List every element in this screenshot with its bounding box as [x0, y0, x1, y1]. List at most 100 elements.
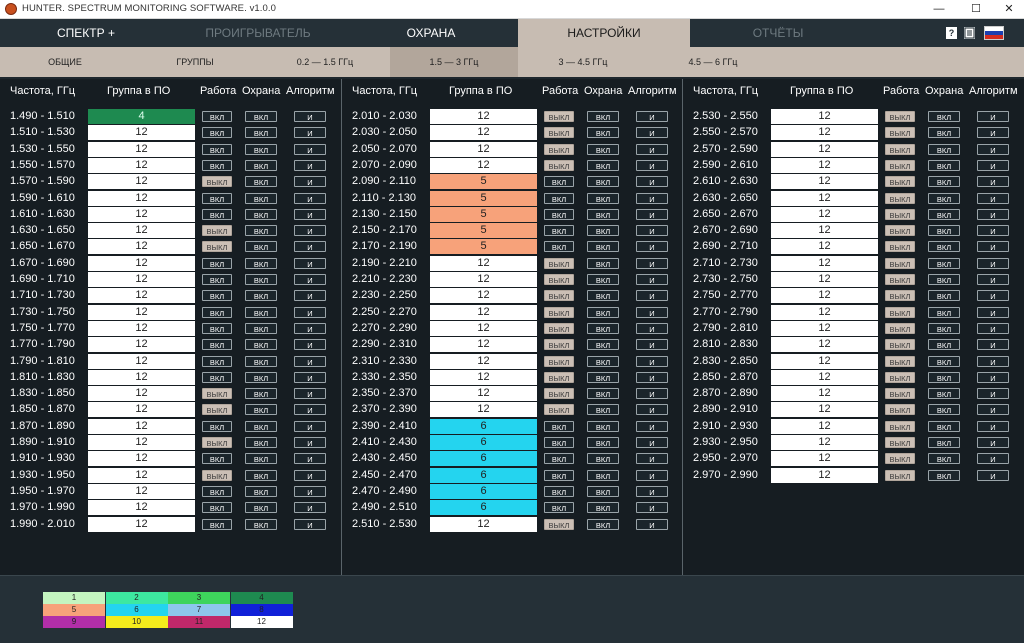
algorithm-button[interactable]: И — [636, 469, 668, 481]
work-toggle-button[interactable]: ВКЛ — [544, 469, 574, 481]
guard-toggle-button[interactable]: ВКЛ — [245, 371, 277, 383]
guard-toggle-button[interactable]: ВКЛ — [587, 404, 619, 416]
group-field[interactable]: 12 — [771, 418, 878, 434]
group-field[interactable]: 12 — [430, 288, 537, 304]
group-field[interactable]: 12 — [430, 369, 537, 385]
group-field[interactable]: 5 — [430, 190, 537, 206]
algorithm-button[interactable]: И — [977, 143, 1009, 155]
algorithm-button[interactable]: И — [294, 241, 326, 253]
algorithm-button[interactable]: И — [636, 208, 668, 220]
guard-toggle-button[interactable]: ВКЛ — [928, 404, 960, 416]
group-field[interactable]: 5 — [430, 239, 537, 255]
guard-toggle-button[interactable]: ВКЛ — [245, 159, 277, 171]
algorithm-button[interactable]: И — [294, 355, 326, 367]
group-field[interactable]: 6 — [430, 467, 537, 483]
group-field[interactable]: 12 — [88, 272, 195, 287]
group-field[interactable]: 12 — [771, 467, 878, 483]
guard-toggle-button[interactable]: ВКЛ — [245, 502, 277, 514]
group-field[interactable]: 12 — [430, 402, 537, 418]
work-toggle-button[interactable]: ВЫКЛ — [544, 355, 574, 367]
work-toggle-button[interactable]: ВЫКЛ — [885, 371, 915, 383]
algorithm-button[interactable]: И — [636, 241, 668, 253]
group-field[interactable]: 12 — [430, 337, 537, 353]
guard-toggle-button[interactable]: ВКЛ — [928, 192, 960, 204]
algorithm-button[interactable]: И — [294, 485, 326, 497]
guard-toggle-button[interactable]: ВКЛ — [928, 453, 960, 465]
guard-toggle-button[interactable]: ВКЛ — [928, 371, 960, 383]
work-toggle-button[interactable]: ВЫКЛ — [885, 339, 915, 351]
group-field[interactable]: 4 — [88, 109, 195, 124]
group-field[interactable]: 12 — [771, 190, 878, 206]
work-toggle-button[interactable]: ВЫКЛ — [544, 127, 574, 139]
algorithm-button[interactable]: И — [294, 111, 326, 122]
algorithm-button[interactable]: И — [294, 127, 326, 139]
algorithm-button[interactable]: И — [977, 306, 1009, 318]
algorithm-button[interactable]: И — [977, 111, 1009, 122]
guard-toggle-button[interactable]: ВКЛ — [245, 469, 277, 481]
group-field[interactable]: 12 — [88, 255, 195, 271]
work-toggle-button[interactable]: ВЫКЛ — [202, 241, 232, 253]
guard-toggle-button[interactable]: ВКЛ — [587, 274, 619, 285]
guard-toggle-button[interactable]: ВКЛ — [928, 469, 960, 481]
guard-toggle-button[interactable]: ВКЛ — [587, 143, 619, 155]
group-field[interactable]: 12 — [771, 386, 878, 402]
russian-flag-icon[interactable] — [984, 26, 1004, 40]
guard-toggle-button[interactable]: ВКЛ — [245, 339, 277, 351]
algorithm-button[interactable]: И — [636, 127, 668, 139]
group-field[interactable]: 12 — [430, 353, 537, 369]
algorithm-button[interactable]: И — [294, 257, 326, 269]
guard-toggle-button[interactable]: ВКЛ — [928, 355, 960, 367]
tab-guard[interactable]: ОХРАНА — [344, 19, 518, 47]
work-toggle-button[interactable]: ВЫКЛ — [885, 306, 915, 318]
algorithm-button[interactable]: И — [636, 111, 668, 122]
group-field[interactable]: 12 — [430, 320, 537, 336]
group-field[interactable]: 12 — [88, 467, 195, 483]
guard-toggle-button[interactable]: ВКЛ — [245, 176, 277, 188]
algorithm-button[interactable]: И — [977, 241, 1009, 253]
algorithm-button[interactable]: И — [636, 257, 668, 269]
work-toggle-button[interactable]: ВЫКЛ — [544, 518, 574, 530]
guard-toggle-button[interactable]: ВКЛ — [587, 322, 619, 334]
subtab-1-5-3[interactable]: 1.5 — 3 ГГц — [390, 47, 518, 77]
guard-toggle-button[interactable]: ВКЛ — [587, 159, 619, 171]
work-toggle-button[interactable]: ВЫКЛ — [885, 469, 915, 481]
work-toggle-button[interactable]: ВКЛ — [544, 192, 574, 204]
algorithm-button[interactable]: И — [977, 339, 1009, 351]
work-toggle-button[interactable]: ВЫКЛ — [544, 339, 574, 351]
group-field[interactable]: 12 — [771, 320, 878, 336]
guard-toggle-button[interactable]: ВКЛ — [587, 208, 619, 220]
group-field[interactable]: 12 — [771, 451, 878, 467]
guard-toggle-button[interactable]: ВКЛ — [928, 111, 960, 122]
group-field[interactable]: 12 — [430, 386, 537, 402]
group-field[interactable]: 12 — [771, 223, 878, 239]
guard-toggle-button[interactable]: ВКЛ — [928, 208, 960, 220]
guard-toggle-button[interactable]: ВКЛ — [245, 225, 277, 237]
work-toggle-button[interactable]: ВКЛ — [202, 143, 232, 155]
guard-toggle-button[interactable]: ВКЛ — [245, 404, 277, 416]
work-toggle-button[interactable]: ВЫКЛ — [885, 176, 915, 188]
algorithm-button[interactable]: И — [977, 355, 1009, 367]
group-field[interactable]: 12 — [771, 141, 878, 157]
guard-toggle-button[interactable]: ВКЛ — [928, 388, 960, 400]
guard-toggle-button[interactable]: ВКЛ — [587, 420, 619, 432]
work-toggle-button[interactable]: ВКЛ — [202, 208, 232, 220]
group-field[interactable]: 12 — [88, 190, 195, 206]
work-toggle-button[interactable]: ВКЛ — [202, 306, 232, 318]
group-field[interactable]: 12 — [771, 304, 878, 320]
algorithm-button[interactable]: И — [294, 306, 326, 318]
work-toggle-button[interactable]: ВЫКЛ — [544, 143, 574, 155]
algorithm-button[interactable]: И — [294, 176, 326, 188]
algorithm-button[interactable]: И — [977, 274, 1009, 285]
work-toggle-button[interactable]: ВЫКЛ — [885, 192, 915, 204]
help-icon[interactable]: ? — [946, 27, 957, 39]
algorithm-button[interactable]: И — [294, 404, 326, 416]
algorithm-button[interactable]: И — [636, 404, 668, 416]
group-field[interactable]: 6 — [430, 418, 537, 434]
work-toggle-button[interactable]: ВКЛ — [544, 208, 574, 220]
subtab-4-5-6[interactable]: 4.5 — 6 ГГц — [648, 47, 778, 77]
group-field[interactable]: 12 — [430, 304, 537, 320]
algorithm-button[interactable]: И — [636, 225, 668, 237]
work-toggle-button[interactable]: ВЫКЛ — [885, 257, 915, 269]
subtab-0-2-1-5[interactable]: 0.2 — 1.5 ГГц — [260, 47, 390, 77]
guard-toggle-button[interactable]: ВКЛ — [245, 111, 277, 122]
